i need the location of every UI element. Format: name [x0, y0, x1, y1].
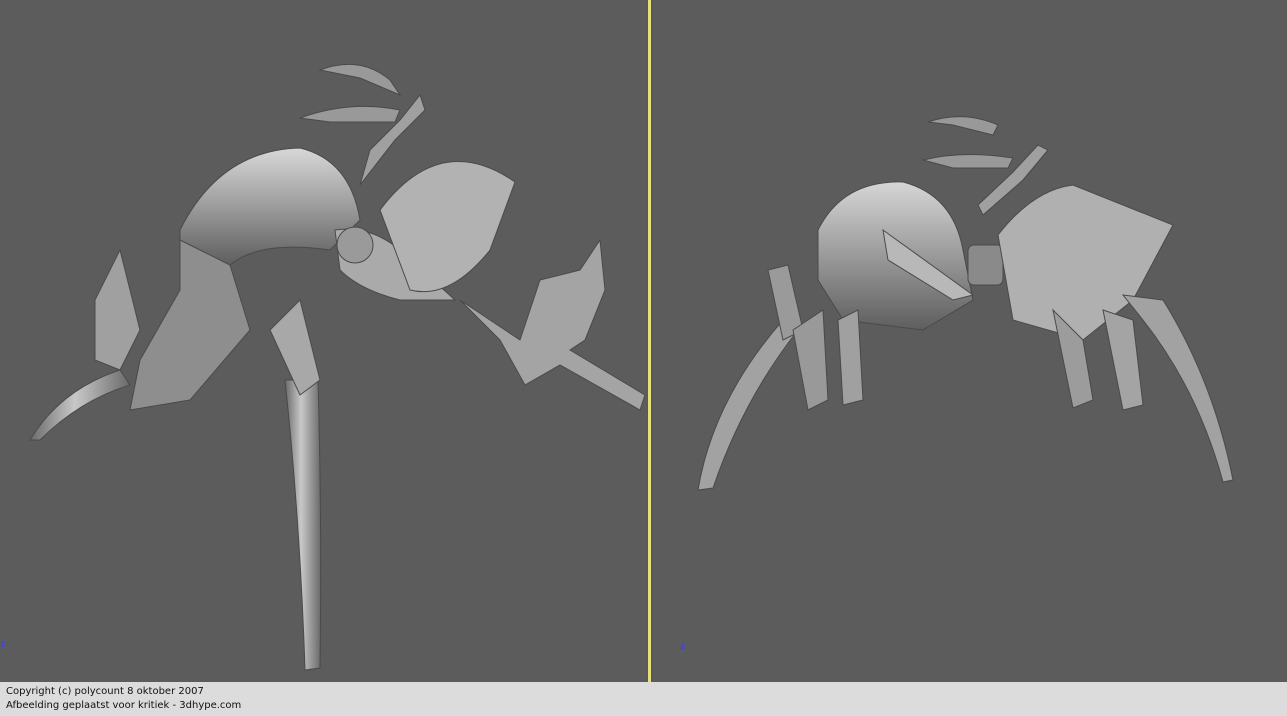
axis-gizmo-left: z: [0, 640, 6, 650]
active-viewport-border: [648, 0, 651, 682]
creature-model-right: [697, 116, 1234, 491]
viewport-perspective-right[interactable]: z: [653, 0, 1287, 682]
viewport-perspective-left[interactable]: z: [0, 0, 647, 682]
creature-model-left: [29, 63, 646, 671]
copyright-text: Copyright (c) polycount 8 oktober 2007: [6, 686, 204, 697]
axis-gizmo-right: z: [680, 642, 686, 652]
caption-text: Afbeelding geplaatst voor kritiek - 3dhy…: [6, 700, 242, 711]
caption-footer: Copyright (c) polycount 8 oktober 2007 A…: [0, 682, 1287, 716]
